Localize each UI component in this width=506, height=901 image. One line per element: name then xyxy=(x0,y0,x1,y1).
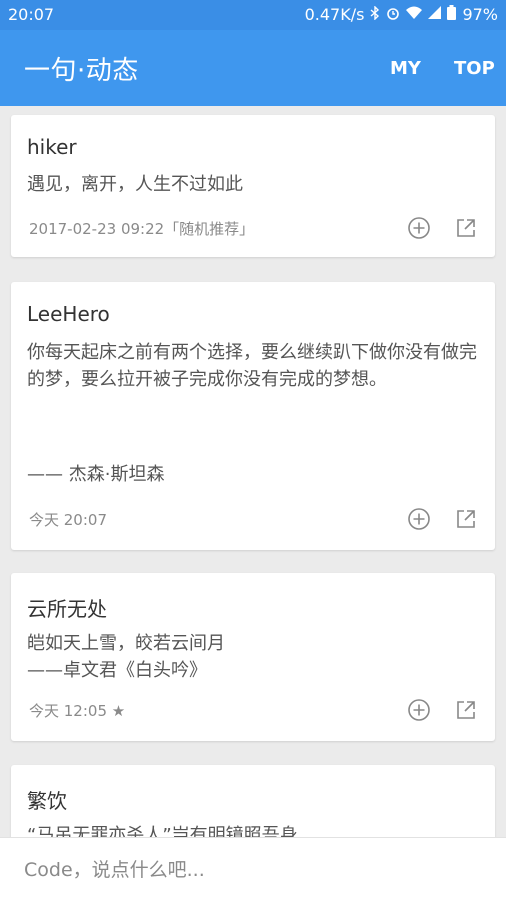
status-icons: 0.47K/s 97% xyxy=(304,4,498,24)
post-meta: 今天 20:07 xyxy=(29,511,107,529)
post-author[interactable]: LeeHero xyxy=(27,302,110,326)
post-card[interactable]: 云所无处 皑如天上雪，皎若云间月 ——卓文君《白头吟》 今天 12:05 ★ xyxy=(11,573,495,741)
post-author[interactable]: hiker xyxy=(27,135,77,159)
post-attribution: —— 杰森·斯坦森 xyxy=(27,464,165,485)
share-icon[interactable] xyxy=(454,216,478,240)
battery-icon xyxy=(447,5,457,24)
app-bar: 一句·动态 MY TOP xyxy=(0,30,506,106)
status-time: 20:07 xyxy=(8,5,55,24)
feed-list[interactable]: hiker 遇见，离开，人生不过如此 2017-02-23 09:22「随机推荐… xyxy=(0,106,506,837)
post-text: 皑如天上雪，皎若云间月 ——卓文君《白头吟》 xyxy=(27,633,225,681)
post-card[interactable]: LeeHero 你每天起床之前有两个选择，要么继续趴下做你没有做完的梦，要么拉开… xyxy=(11,282,495,550)
comment-input[interactable] xyxy=(22,854,486,886)
post-text: 你每天起床之前有两个选择，要么继续趴下做你没有做完的梦，要么拉开被子完成你没有完… xyxy=(27,342,477,390)
signal-icon xyxy=(428,6,442,23)
post-text: “马吊无罪亦杀人”岂有明镜照吾身 xyxy=(27,825,298,837)
add-icon[interactable] xyxy=(407,507,431,531)
post-meta: 今天 12:05 ★ xyxy=(29,702,126,720)
share-icon[interactable] xyxy=(454,507,478,531)
alarm-icon xyxy=(386,6,400,24)
nav-top-button[interactable]: TOP xyxy=(454,58,495,79)
post-card[interactable]: hiker 遇见，离开，人生不过如此 2017-02-23 09:22「随机推荐… xyxy=(11,115,495,257)
bluetooth-icon xyxy=(370,4,380,24)
post-meta: 2017-02-23 09:22「随机推荐」 xyxy=(29,220,255,238)
app-title: 一句·动态 xyxy=(24,56,139,86)
status-bar: 20:07 0.47K/s 97% xyxy=(0,0,506,30)
post-author[interactable]: 云所无处 xyxy=(27,593,107,622)
post-author[interactable]: 繁饮 xyxy=(27,785,67,814)
add-icon[interactable] xyxy=(407,216,431,240)
comment-bar xyxy=(0,837,506,901)
network-speed: 0.47K/s xyxy=(304,5,365,24)
battery-level: 97% xyxy=(462,5,498,24)
post-text: 遇见，离开，人生不过如此 xyxy=(27,174,243,195)
wifi-icon xyxy=(406,6,423,23)
post-card[interactable]: 繁饮 “马吊无罪亦杀人”岂有明镜照吾身 xyxy=(11,765,495,837)
add-icon[interactable] xyxy=(407,698,431,722)
nav-my-button[interactable]: MY xyxy=(390,58,421,79)
share-icon[interactable] xyxy=(454,698,478,722)
